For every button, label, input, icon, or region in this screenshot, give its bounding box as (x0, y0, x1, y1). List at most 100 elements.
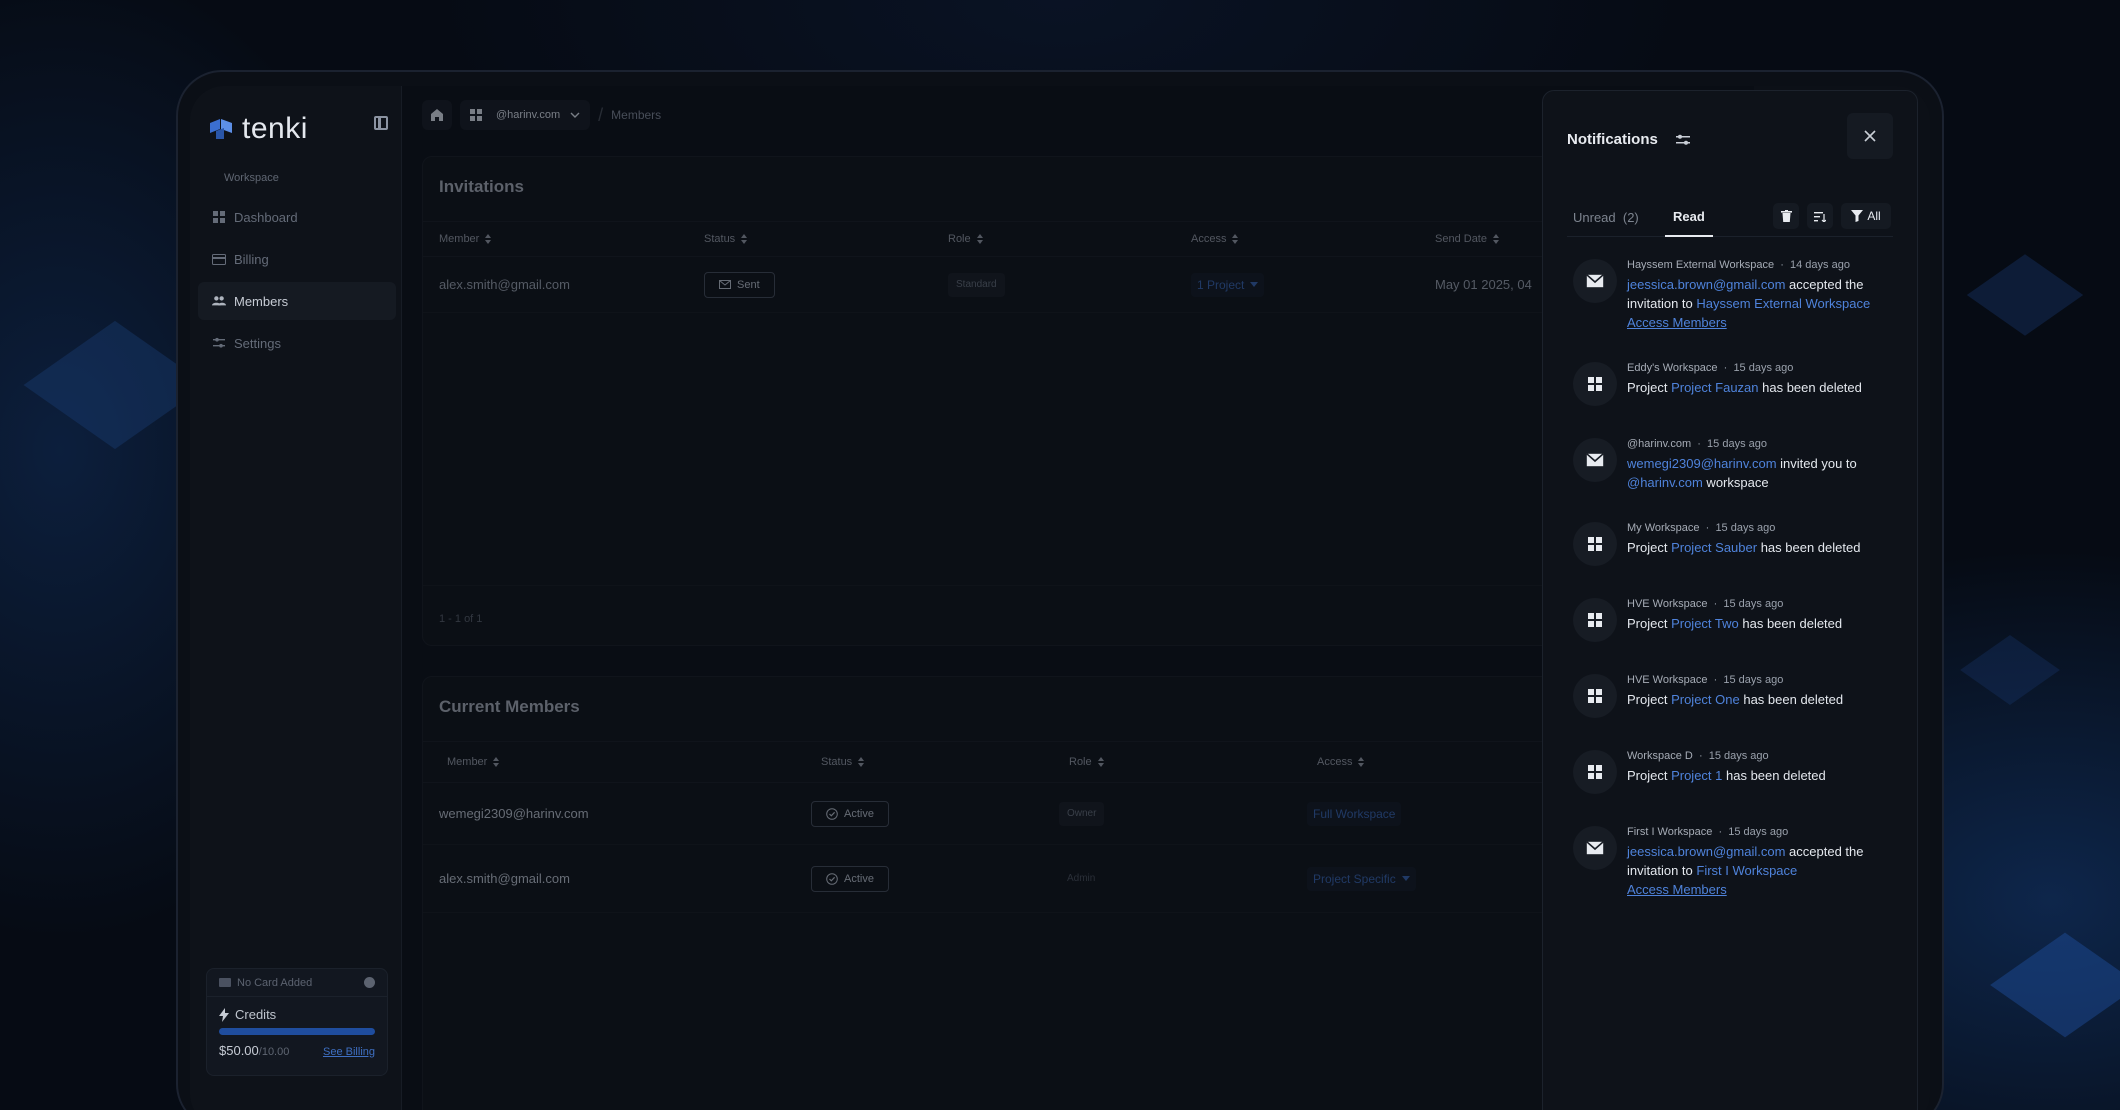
tab-unread[interactable]: Unread (2) (1573, 197, 1639, 237)
member-email: alex.smith@gmail.com (439, 871, 570, 886)
member-email: alex.smith@gmail.com (439, 277, 570, 292)
sliders-icon[interactable] (1675, 134, 1690, 146)
notification-item[interactable]: @harinv.com · 15 days ago wemegi2309@har… (1573, 438, 1897, 492)
project-link[interactable]: Project Sauber (1671, 540, 1757, 555)
access-cell: Full Workspace (1307, 783, 1402, 844)
caret-down-icon (1401, 876, 1410, 881)
access-cell: Project Specific (1307, 845, 1416, 912)
mail-icon (1573, 826, 1617, 870)
notification-time: 15 days ago (1733, 362, 1794, 374)
brand-logo[interactable]: tenki (208, 112, 308, 146)
sort-icon (741, 234, 748, 244)
notification-workspace: First I Workspace (1627, 826, 1713, 838)
home-button[interactable] (422, 100, 452, 130)
notification-meta: Workspace D · 15 days ago (1627, 750, 1769, 762)
email-link[interactable]: jeessica.brown@gmail.com (1627, 844, 1785, 859)
project-link[interactable]: Project One (1671, 692, 1740, 707)
send-date: May 01 2025, 04 (1435, 277, 1532, 292)
members-header: Member Status Role Access (423, 741, 1621, 783)
info-icon[interactable] (364, 977, 375, 988)
notification-item[interactable]: My Workspace · 15 days ago Project Proje… (1573, 522, 1897, 568)
workspace-link[interactable]: First I Workspace (1696, 863, 1797, 878)
credits-progress (219, 1028, 375, 1035)
project-link[interactable]: Project Two (1671, 616, 1739, 631)
text-fragment: has been deleted (1738, 616, 1843, 631)
workspace-link[interactable]: Hayssem External Workspace (1696, 296, 1870, 311)
col-access[interactable]: Access (1191, 233, 1239, 245)
text-fragment: has been deleted (1722, 768, 1826, 783)
notification-item[interactable]: HVE Workspace · 15 days ago Project Proj… (1573, 598, 1897, 644)
col-send-date[interactable]: Send Date (1435, 233, 1499, 245)
tab-label: Read (1673, 208, 1705, 224)
grid-icon (1573, 598, 1617, 642)
mail-icon (719, 280, 731, 289)
project-link[interactable]: Project Fauzan (1671, 380, 1758, 395)
notification-text: jeessica.brown@gmail.com accepted the in… (1627, 275, 1897, 332)
tab-label: Unread (1573, 209, 1616, 225)
delete-button[interactable] (1773, 203, 1799, 229)
notification-item[interactable]: Workspace D · 15 days ago Project Projec… (1573, 750, 1897, 796)
close-button[interactable] (1847, 113, 1893, 159)
table-row[interactable]: alex.smith@gmail.com Sent Standard 1 Pro… (423, 257, 1621, 313)
notification-item[interactable]: HVE Workspace · 15 days ago Project Proj… (1573, 674, 1897, 720)
notification-item[interactable]: Hayssem External Workspace · 14 days ago… (1573, 259, 1897, 332)
col-role[interactable]: Role (1069, 756, 1104, 768)
sort-icon (1097, 757, 1104, 767)
project-link[interactable]: Project 1 (1671, 768, 1722, 783)
workspace-switcher[interactable]: @harinv.com (460, 100, 591, 130)
text-fragment: Project (1627, 692, 1672, 707)
email-link[interactable]: jeessica.brown@gmail.com (1627, 277, 1785, 292)
sidebar-item-billing[interactable]: Billing (198, 240, 396, 278)
notification-item[interactable]: First I Workspace · 15 days ago jeessica… (1573, 826, 1897, 899)
breadcrumb-separator: / (598, 104, 604, 125)
brand-name: tenki (242, 112, 308, 145)
sidebar-item-dashboard[interactable]: Dashboard (198, 198, 396, 236)
access-badge: Full Workspace (1307, 801, 1402, 826)
status-cell: Sent (704, 257, 775, 312)
tab-read[interactable]: Read (1665, 197, 1713, 237)
access-members-link[interactable]: Access Members (1627, 882, 1727, 897)
invitations-header: Member Status Role Access Send Date (423, 221, 1621, 257)
sidebar-item-members[interactable]: Members (198, 282, 396, 320)
card-icon (212, 252, 226, 266)
col-member[interactable]: Member (439, 233, 492, 245)
access-text: 1 Project (1197, 277, 1245, 292)
col-label: Role (948, 233, 971, 245)
table-row[interactable]: wemegi2309@harinv.com Active Owner Full … (423, 783, 1621, 845)
access-members-link[interactable]: Access Members (1627, 315, 1727, 330)
sort-lines-icon (1814, 211, 1826, 222)
notification-text: Project Project Fauzan has been deleted (1627, 378, 1897, 397)
role-badge: Admin (1067, 873, 1096, 884)
bg-cube (1960, 635, 2060, 705)
see-billing-link[interactable]: See Billing (323, 1046, 375, 1058)
col-status[interactable]: Status (821, 756, 865, 768)
grid-icon (1573, 674, 1617, 718)
workspace-link[interactable]: @harinv.com (1627, 475, 1703, 490)
filter-label: All (1867, 209, 1881, 223)
notification-item[interactable]: Eddy's Workspace · 15 days ago Project P… (1573, 362, 1897, 408)
sort-button[interactable] (1807, 203, 1833, 229)
sidebar-collapse-icon[interactable] (374, 116, 388, 130)
pagination-text: 1 - 1 of 1 (439, 613, 483, 625)
col-role[interactable]: Role (948, 233, 983, 245)
col-access[interactable]: Access (1317, 756, 1365, 768)
mail-icon (1573, 259, 1617, 303)
col-status[interactable]: Status (704, 233, 748, 245)
table-divider (423, 585, 1621, 586)
access-dropdown[interactable]: 1 Project (1191, 272, 1265, 297)
credits-progress-fill (219, 1028, 375, 1035)
role-cell: Admin (1059, 845, 1103, 912)
role-cell: Standard (948, 257, 1005, 312)
notifications-panel: Notifications Unread (2) Read All Haysse… (1542, 90, 1918, 1110)
access-text: Full Workspace (1313, 806, 1396, 821)
access-dropdown[interactable]: Project Specific (1307, 866, 1416, 891)
credits-row: Credits (207, 997, 387, 1022)
sidebar-item-settings[interactable]: Settings (198, 324, 396, 362)
sort-icon (858, 757, 865, 767)
filter-button[interactable]: All (1841, 203, 1891, 229)
mail-icon (1573, 438, 1617, 482)
notification-meta: HVE Workspace · 15 days ago (1627, 674, 1784, 686)
col-member[interactable]: Member (447, 756, 500, 768)
email-link[interactable]: wemegi2309@harinv.com (1627, 456, 1777, 471)
table-row[interactable]: alex.smith@gmail.com Active Admin Projec… (423, 845, 1621, 913)
